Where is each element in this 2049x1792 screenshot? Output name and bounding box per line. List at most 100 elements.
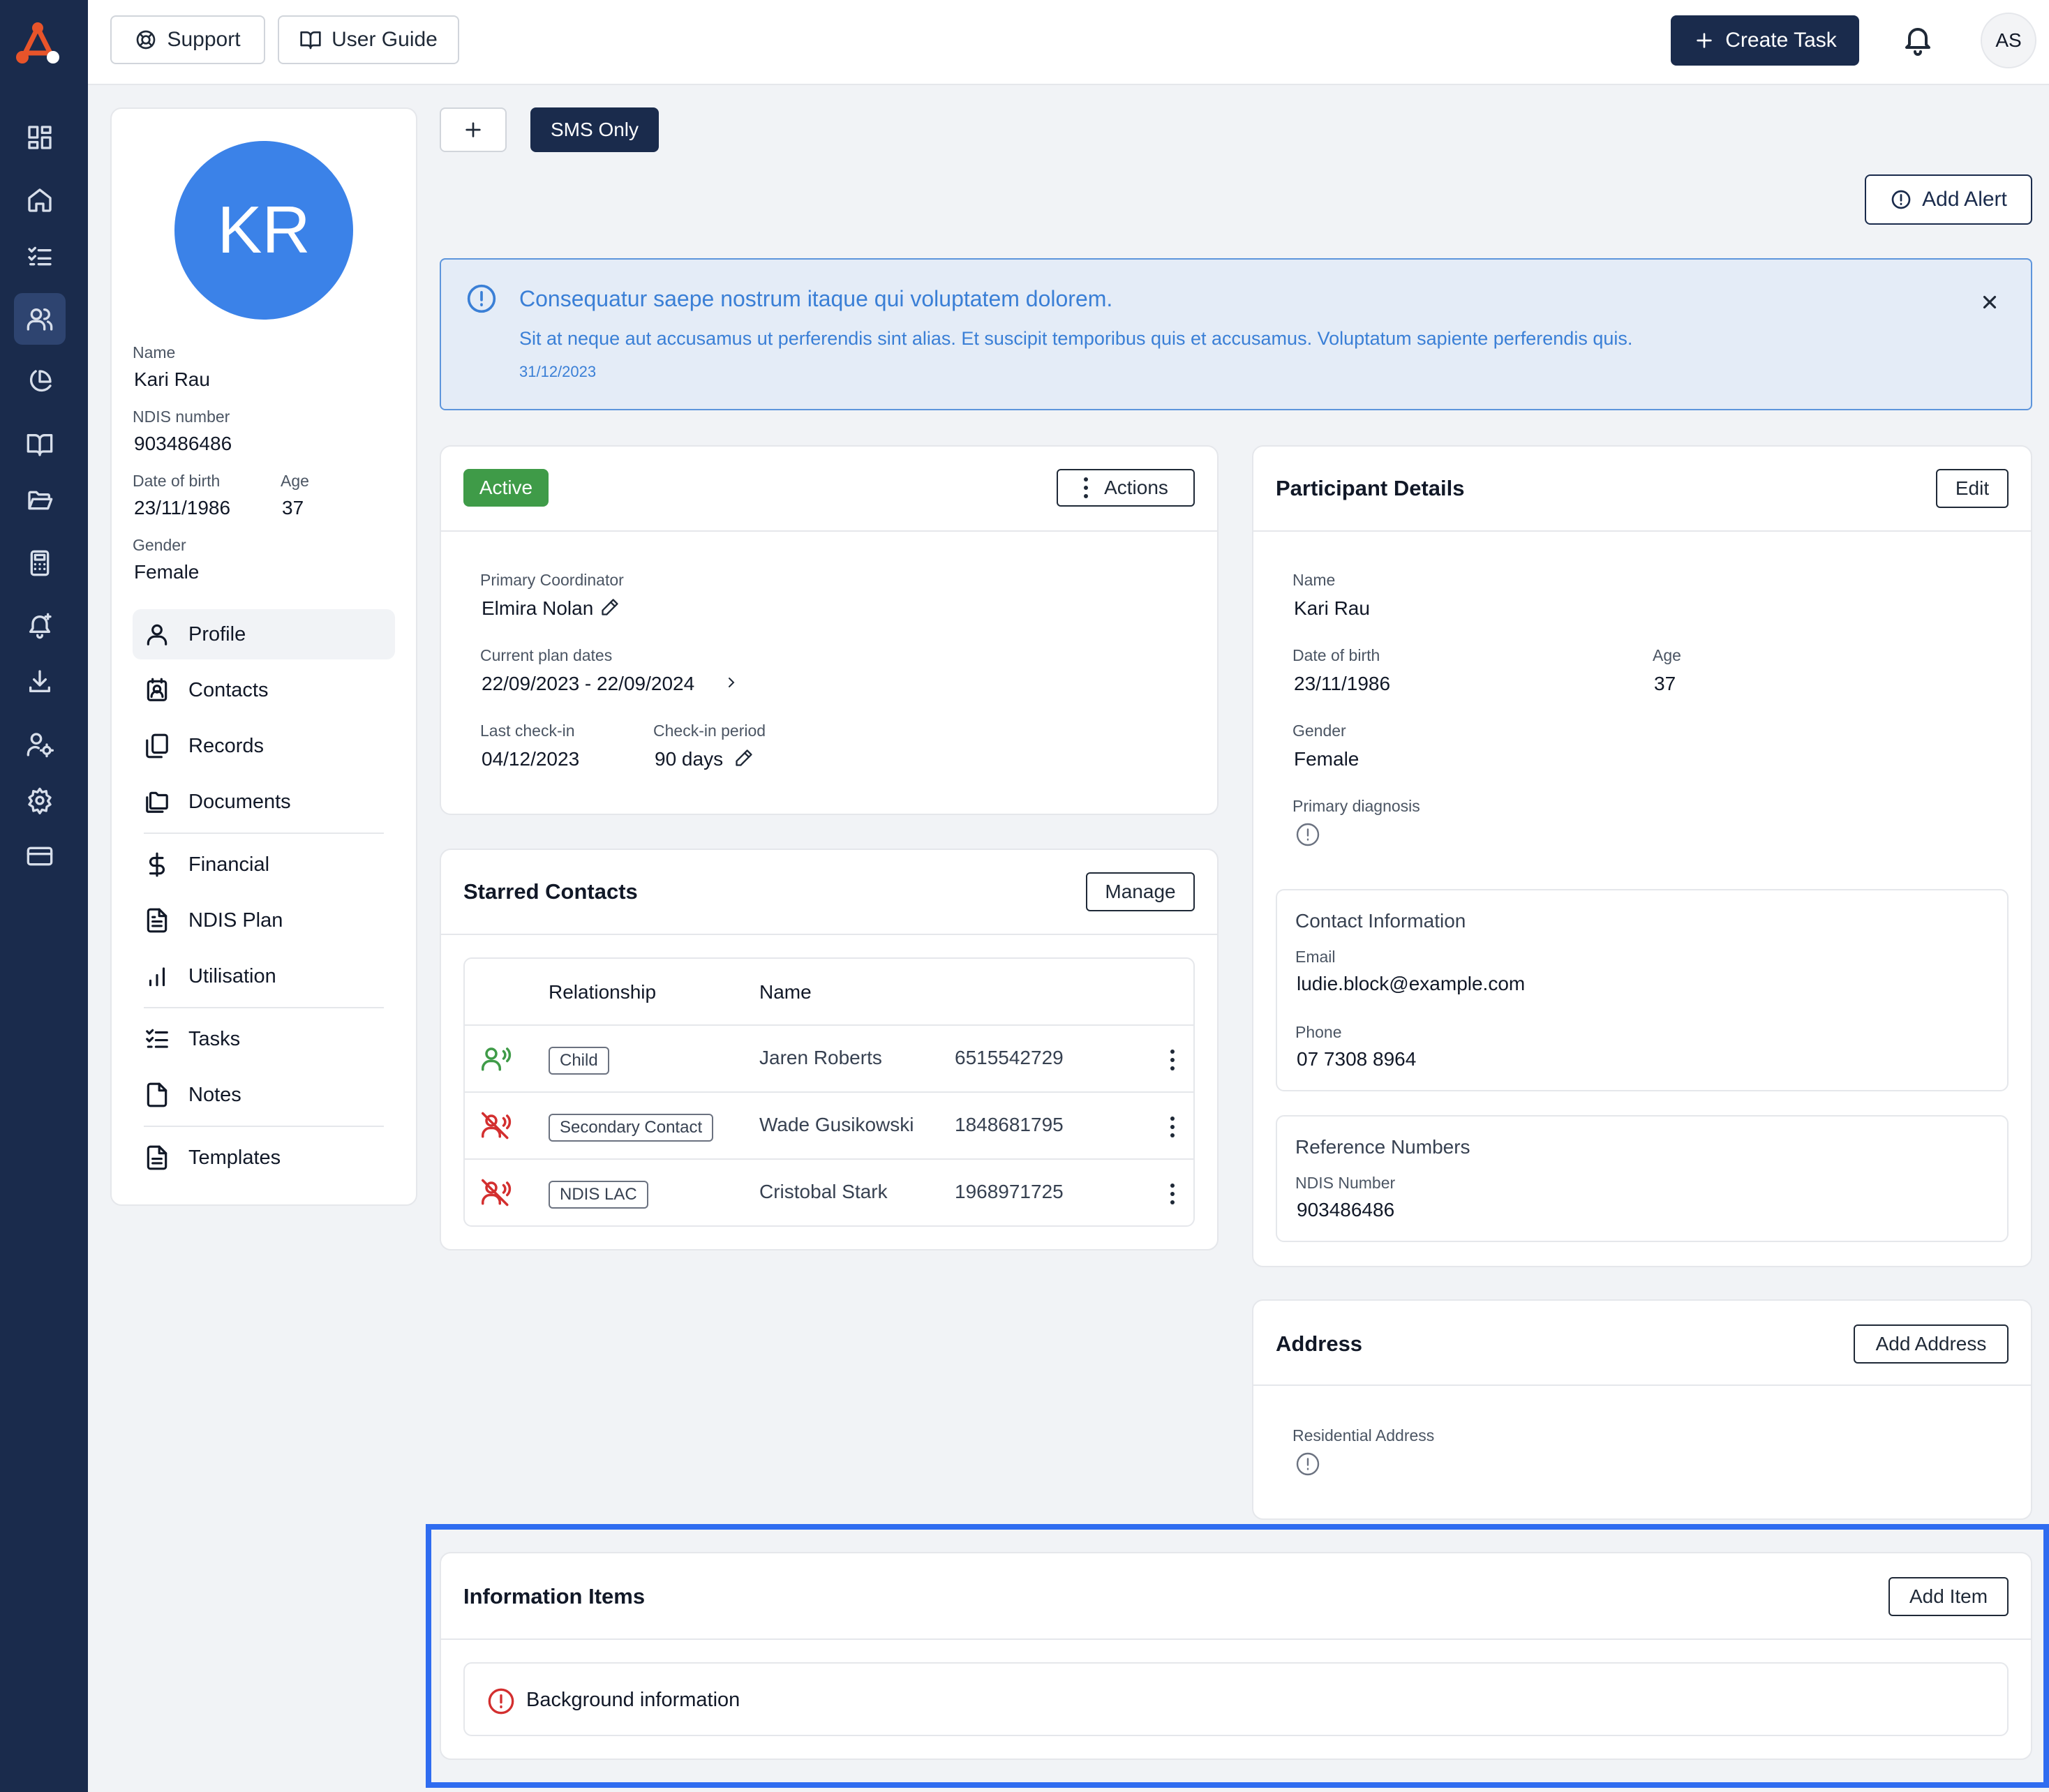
profile-menu-templates[interactable]: Templates [133, 1133, 395, 1183]
empty-value-icon [1296, 1452, 1320, 1476]
contact-phone: 1848681795 [955, 1114, 1064, 1135]
gender-value: Female [134, 561, 200, 583]
contact-name: Cristobal Stark [759, 1181, 888, 1202]
plan-dates-label: Current plan dates [480, 646, 613, 664]
user-settings-icon[interactable] [14, 719, 66, 770]
chevron-right-icon[interactable] [723, 674, 740, 691]
add-tag-button[interactable] [440, 107, 507, 152]
menu-divider [144, 832, 384, 834]
primary-diagnosis-label: Primary diagnosis [1292, 797, 1420, 815]
profile-menu-tasks[interactable]: Tasks [133, 1014, 395, 1064]
home-icon[interactable] [14, 174, 66, 226]
profile-menu-ndis-plan[interactable]: NDIS Plan [133, 895, 395, 946]
sms-only-tag[interactable]: SMS Only [530, 107, 659, 152]
row-menu-icon[interactable] [1170, 1050, 1175, 1070]
add-alert-label: Add Alert [1922, 188, 2007, 211]
tasks-list-icon[interactable] [14, 230, 66, 282]
details-dob-label: Date of birth [1292, 646, 1380, 664]
document-text-icon [147, 908, 167, 933]
row-menu-icon[interactable] [1170, 1117, 1175, 1137]
add-address-button[interactable]: Add Address [1854, 1324, 2009, 1364]
contact-name: Jaren Roberts [759, 1047, 882, 1068]
selection-highlight [426, 1524, 2049, 1788]
lifebuoy-icon [137, 30, 156, 50]
calculator-icon[interactable] [14, 537, 66, 589]
user-guide-button[interactable]: User Guide [278, 15, 459, 64]
bar-chart-icon [149, 967, 165, 987]
tasks-menu-label: Tasks [188, 1027, 241, 1050]
user-guide-label: User Guide [331, 28, 438, 51]
residential-address-label: Residential Address [1292, 1426, 1435, 1444]
card-divider [1253, 1384, 2031, 1386]
plus-icon [465, 122, 481, 137]
user-avatar[interactable]: AS [1981, 13, 2036, 68]
contact-card-icon [147, 678, 167, 701]
edit-pencil-icon[interactable] [600, 597, 620, 617]
folders-icon [146, 791, 168, 813]
folder-open-icon[interactable] [14, 475, 66, 526]
app-logo[interactable] [13, 20, 63, 67]
download-icon[interactable] [14, 656, 66, 708]
participants-icon[interactable] [14, 293, 66, 345]
table-row[interactable]: Child Jaren Roberts 6515542729 [465, 1026, 1193, 1091]
reference-numbers-box: Reference Numbers NDIS Number 903486486 [1276, 1115, 2009, 1242]
card-divider [1253, 530, 2031, 532]
contact-phone: 1968971725 [955, 1181, 1064, 1202]
edit-details-button[interactable]: Edit [1936, 469, 2009, 508]
status-badge: Active [463, 469, 549, 507]
checkin-period: 90 days [655, 748, 724, 770]
relationship-chip: Secondary Contact [549, 1114, 714, 1142]
participant-avatar: KR [174, 141, 353, 320]
ndis-number: 903486486 [134, 433, 232, 454]
card-divider [441, 934, 1217, 935]
profile-menu-contacts[interactable]: Contacts [133, 665, 395, 715]
edit-pencil-icon[interactable] [734, 748, 754, 768]
actions-button[interactable]: Actions [1057, 469, 1195, 507]
manage-contacts-button[interactable]: Manage [1086, 872, 1195, 911]
profile-menu-utilisation[interactable]: Utilisation [133, 951, 395, 1001]
profile-menu-records[interactable]: Records [133, 721, 395, 771]
dashboard-icon[interactable] [14, 112, 66, 163]
records-icon [146, 733, 168, 759]
alert-circle-icon [1891, 190, 1911, 209]
user-icon [147, 624, 167, 645]
plan-dates: 22/09/2023 - 22/09/2024 [482, 673, 695, 694]
settings-gear-icon[interactable] [14, 775, 66, 826]
alert-banner: Consequatur saepe nostrum itaque qui vol… [440, 258, 2032, 410]
reports-pie-icon[interactable] [14, 356, 66, 408]
profile-menu-profile[interactable]: Profile [133, 609, 395, 659]
kebab-icon [1083, 477, 1089, 498]
book-icon[interactable] [14, 419, 66, 470]
template-file-icon [147, 1145, 167, 1170]
details-age-label: Age [1653, 646, 1681, 664]
actions-label: Actions [1104, 477, 1168, 498]
row-menu-icon[interactable] [1170, 1184, 1175, 1204]
profile-menu-documents[interactable]: Documents [133, 777, 395, 827]
bell-plus-icon[interactable] [14, 600, 66, 652]
last-checkin-label: Last check-in [480, 722, 575, 740]
billing-card-icon[interactable] [14, 830, 66, 882]
plus-icon [1697, 33, 1712, 48]
create-task-button[interactable]: Create Task [1671, 15, 1859, 66]
table-row[interactable]: NDIS LAC Cristobal Stark 1968971725 [465, 1160, 1193, 1225]
email-label: Email [1295, 948, 1336, 966]
details-gender-label: Gender [1292, 722, 1346, 740]
contacts-menu-label: Contacts [188, 678, 269, 701]
notifications-bell-icon[interactable] [1901, 22, 1937, 59]
templates-menu-label: Templates [188, 1146, 281, 1169]
support-button[interactable]: Support [110, 15, 265, 64]
open-book-icon [300, 31, 321, 50]
table-row[interactable]: Secondary Contact Wade Gusikowski 184868… [465, 1093, 1193, 1158]
profile-menu-financial[interactable]: Financial [133, 839, 395, 890]
ndis-plan-menu-label: NDIS Plan [188, 909, 283, 932]
menu-divider [144, 1007, 384, 1008]
menu-divider [144, 1126, 384, 1127]
empty-value-icon [1296, 823, 1320, 846]
dob-label: Date of birth [133, 472, 221, 490]
add-alert-button[interactable]: Add Alert [1865, 174, 2032, 225]
close-icon[interactable] [1979, 292, 2000, 313]
profile-menu-notes[interactable]: Notes [133, 1070, 395, 1120]
documents-menu-label: Documents [188, 790, 291, 813]
name-label: Name [133, 343, 176, 361]
contact-muted-icon [482, 1112, 512, 1140]
